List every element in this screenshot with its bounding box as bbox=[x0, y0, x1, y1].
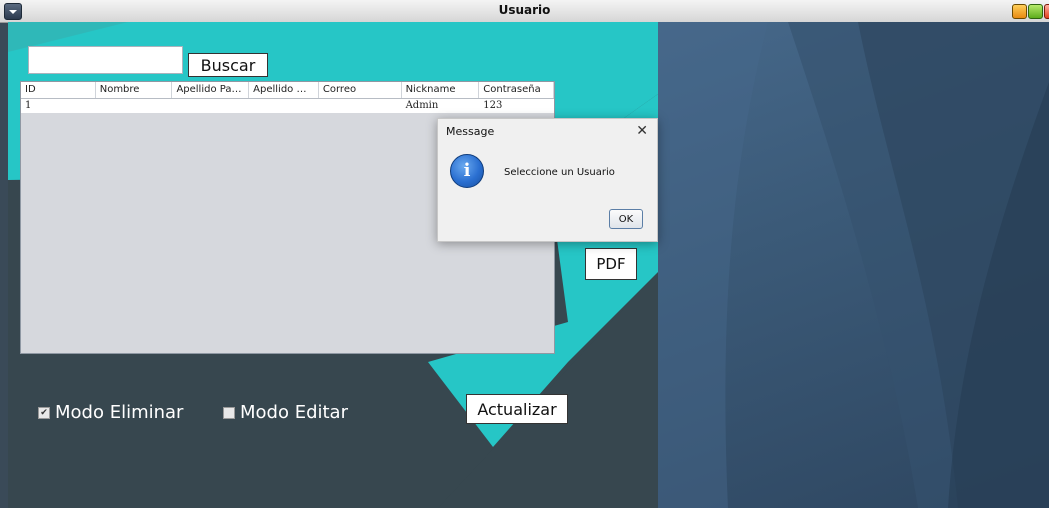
background-waves bbox=[658, 22, 1049, 508]
ok-button[interactable]: OK bbox=[609, 209, 643, 229]
buscar-button[interactable]: Buscar bbox=[188, 53, 268, 77]
actualizar-button[interactable]: Actualizar bbox=[466, 394, 568, 424]
message-dialog: Message ✕ i Seleccione un Usuario OK bbox=[437, 118, 658, 242]
info-icon: i bbox=[450, 154, 484, 188]
window-title: Usuario bbox=[498, 3, 551, 17]
table-header: ID Nombre Apellido Pater... Apellido Mat… bbox=[21, 82, 554, 99]
table-row[interactable]: 1 Admin 123 bbox=[21, 99, 554, 113]
close-window-button[interactable] bbox=[1044, 4, 1049, 19]
cell-nombre bbox=[96, 99, 173, 113]
column-header-contrasena[interactable]: Contraseña bbox=[479, 82, 554, 98]
checkbox-unchecked-icon[interactable] bbox=[223, 406, 235, 419]
maximize-button[interactable] bbox=[1028, 4, 1043, 19]
dialog-title: Message bbox=[446, 125, 495, 138]
modo-eliminar-checkbox[interactable]: ✔ Modo Eliminar bbox=[38, 402, 183, 423]
minimize-button[interactable] bbox=[1012, 4, 1027, 19]
column-header-nickname[interactable]: Nickname bbox=[402, 82, 480, 98]
close-icon[interactable]: ✕ bbox=[636, 123, 648, 139]
cell-apellido-paterno bbox=[172, 99, 249, 113]
decorative-panel bbox=[658, 22, 1049, 508]
cell-correo bbox=[319, 99, 402, 113]
cell-nickname: Admin bbox=[405, 100, 439, 111]
cell-id: 1 bbox=[25, 100, 32, 111]
dialog-message: Seleccione un Usuario bbox=[504, 167, 615, 178]
modo-editar-label: Modo Editar bbox=[240, 402, 348, 423]
column-header-id[interactable]: ID bbox=[21, 82, 96, 98]
cell-contrasena: 123 bbox=[483, 100, 503, 111]
main-panel: Buscar ID Nombre Apellido Pater... Apell… bbox=[8, 22, 658, 508]
cell-apellido-materno bbox=[249, 99, 319, 113]
modo-eliminar-label: Modo Eliminar bbox=[55, 402, 184, 423]
column-header-nombre[interactable]: Nombre bbox=[96, 82, 173, 98]
modo-editar-checkbox[interactable]: Modo Editar bbox=[223, 402, 348, 423]
title-bar: Usuario bbox=[0, 0, 1049, 23]
column-header-apellido-paterno[interactable]: Apellido Pater... bbox=[172, 82, 250, 98]
search-input[interactable] bbox=[28, 46, 183, 74]
checkbox-checked-icon[interactable]: ✔ bbox=[38, 406, 50, 419]
column-header-correo[interactable]: Correo bbox=[319, 82, 402, 98]
pdf-button[interactable]: PDF bbox=[585, 248, 637, 280]
column-header-apellido-materno[interactable]: Apellido Mater... bbox=[249, 82, 319, 98]
